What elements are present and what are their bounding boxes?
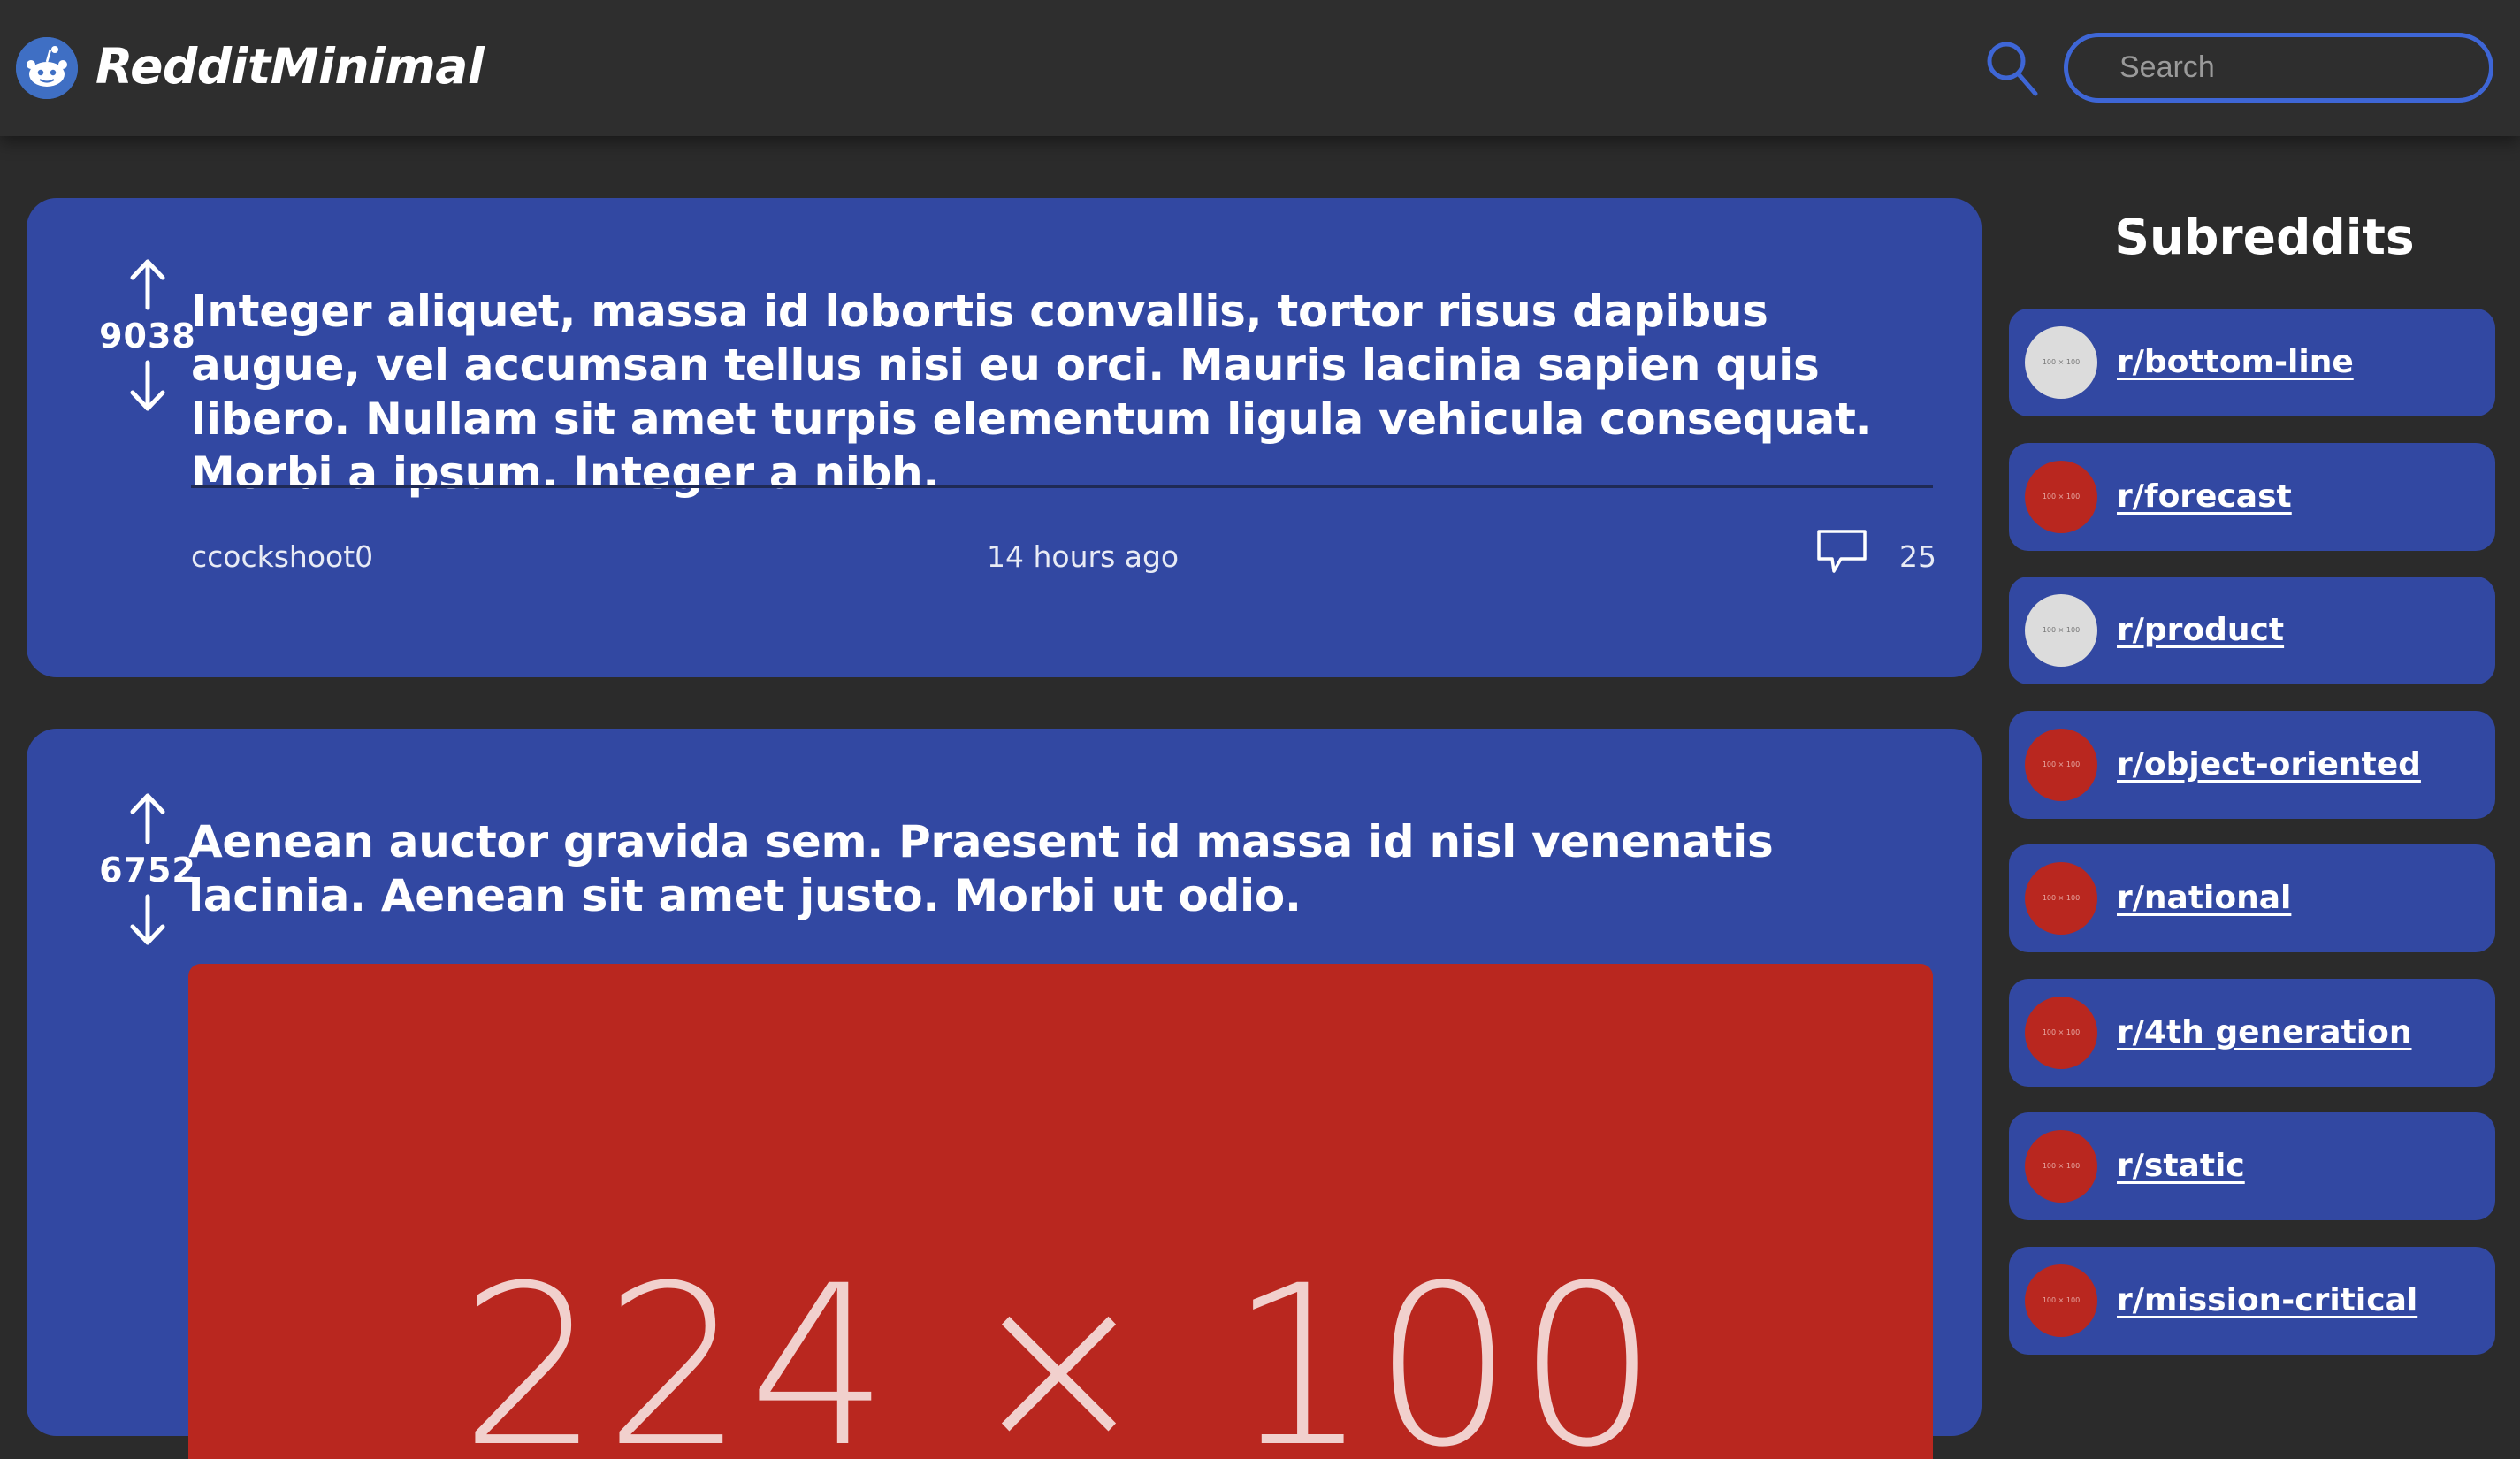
subreddit-avatar: 100 × 100 (2025, 461, 2097, 533)
post-card[interactable]: 6752 Aenean auctor gravida sem. Praesent… (27, 729, 1982, 1459)
subreddit-avatar: 100 × 100 (2025, 862, 2097, 935)
comment-count[interactable]: 25 (1899, 532, 1936, 582)
subreddit-avatar: 100 × 100 (2025, 997, 2097, 1069)
search-input[interactable] (2064, 33, 2493, 103)
reddit-logo-icon[interactable] (16, 37, 78, 99)
post-card[interactable]: 9038 Integer aliquet, massa id lobortis … (27, 198, 1982, 677)
vote-count: 6752 (99, 851, 196, 890)
post-image[interactable]: 224 × 100 (188, 964, 1933, 1459)
subreddit-link[interactable]: r/bottom-line (2117, 309, 2354, 416)
subreddit-link[interactable]: r/mission-critical (2117, 1247, 2417, 1355)
subreddit-link[interactable]: r/object-oriented (2117, 711, 2421, 819)
subreddit-item[interactable]: 100 × 100 r/object-oriented (2009, 711, 2495, 819)
subreddit-avatar: 100 × 100 (2025, 1130, 2097, 1203)
subreddit-link[interactable]: r/forecast (2117, 443, 2292, 551)
subreddit-item[interactable]: 100 × 100 r/static (2009, 1112, 2495, 1220)
post-title[interactable]: Aenean auctor gravida sem. Praesent id m… (188, 815, 1948, 923)
post-divider (191, 485, 1933, 488)
subreddit-link[interactable]: r/product (2117, 577, 2284, 684)
upvote-arrow-icon[interactable] (126, 791, 170, 845)
subreddit-item[interactable]: 100 × 100 r/forecast (2009, 443, 2495, 551)
subreddit-link[interactable]: r/static (2117, 1112, 2245, 1220)
top-header: RedditMinimal (0, 0, 2520, 136)
subreddit-avatar: 100 × 100 (2025, 326, 2097, 399)
brand-name[interactable]: RedditMinimal (95, 35, 485, 97)
subreddit-item[interactable]: 100 × 100 r/bottom-line (2009, 309, 2495, 416)
subreddit-avatar: 100 × 100 (2025, 594, 2097, 667)
subreddit-item[interactable]: 100 × 100 r/national (2009, 844, 2495, 952)
subreddit-item[interactable]: 100 × 100 r/product (2009, 577, 2495, 684)
vote-count: 9038 (99, 317, 196, 355)
sidebar-title: Subreddits (2114, 209, 2415, 265)
post-author[interactable]: ccockshoot0 (191, 532, 373, 582)
subreddit-link[interactable]: r/4th generation (2117, 979, 2412, 1087)
subreddit-item[interactable]: 100 × 100 r/mission-critical (2009, 1247, 2495, 1355)
post-timestamp: 14 hours ago (987, 539, 1180, 574)
subreddit-avatar: 100 × 100 (2025, 1264, 2097, 1337)
subreddit-item[interactable]: 100 × 100 r/4th generation (2009, 979, 2495, 1087)
comment-icon[interactable] (1814, 527, 1869, 577)
downvote-arrow-icon[interactable] (126, 893, 170, 948)
upvote-arrow-icon[interactable] (126, 256, 170, 311)
search-icon[interactable] (1984, 39, 2039, 97)
subreddit-avatar: 100 × 100 (2025, 729, 2097, 801)
image-placeholder-label: 224 × 100 (460, 1238, 1661, 1459)
subreddit-link[interactable]: r/national (2117, 844, 2291, 952)
post-title[interactable]: Integer aliquet, massa id lobortis conva… (191, 285, 1951, 500)
downvote-arrow-icon[interactable] (126, 359, 170, 414)
